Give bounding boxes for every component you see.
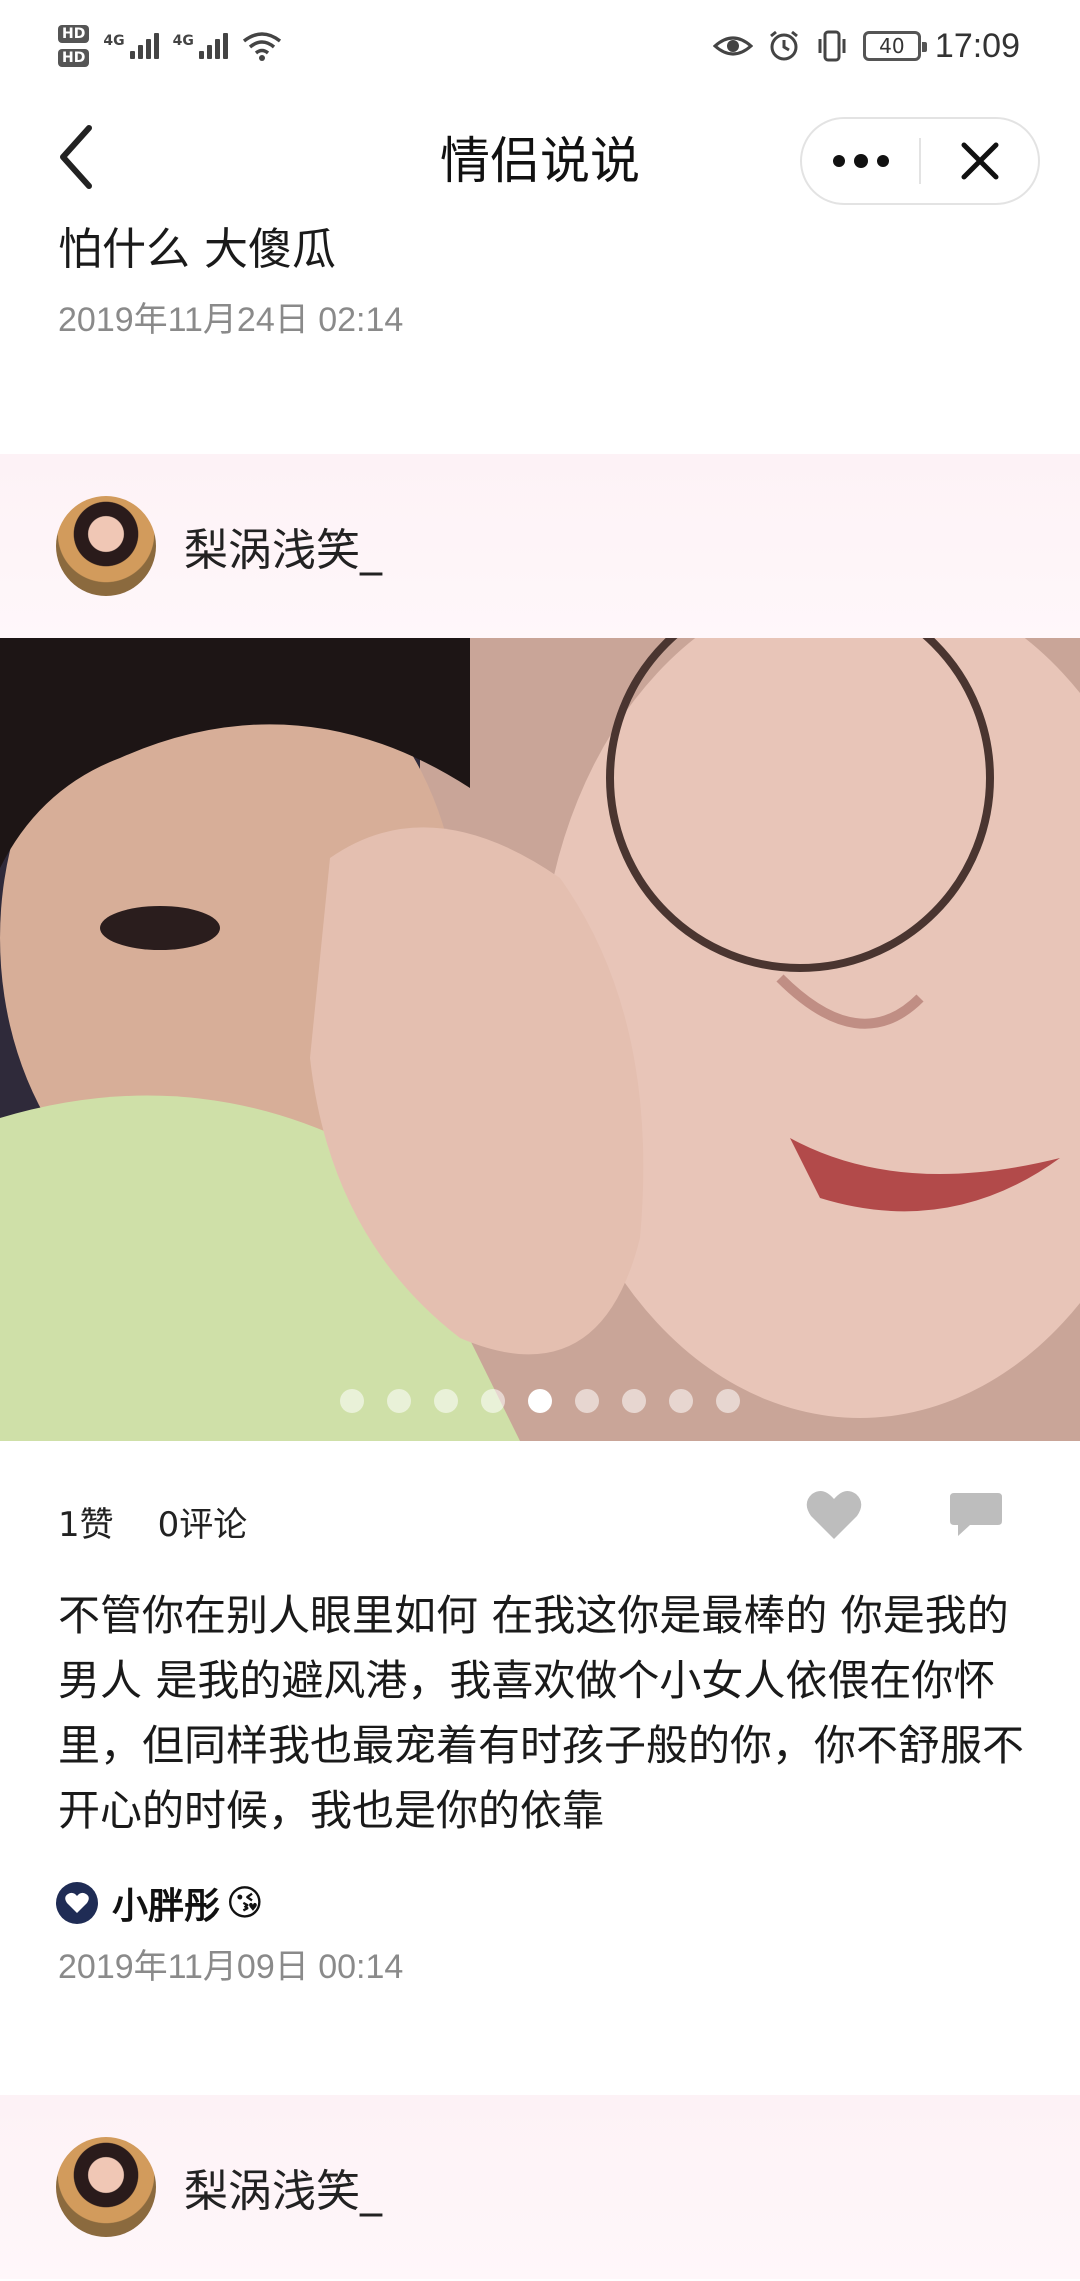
carousel-dot[interactable] xyxy=(716,1389,740,1413)
photo-carousel[interactable] xyxy=(0,638,1080,1441)
miniapp-capsule xyxy=(800,117,1040,205)
comments-count: 0评论 xyxy=(157,1505,248,1545)
status-bar: HD HD 4G 4G 40 17:09 xyxy=(0,0,1080,92)
more-button[interactable] xyxy=(802,119,919,203)
signal-2-icon: 4G xyxy=(173,33,228,59)
carousel-dot[interactable] xyxy=(622,1389,646,1413)
clock: 17:09 xyxy=(934,26,1020,65)
avatar[interactable] xyxy=(56,496,156,596)
back-button[interactable] xyxy=(40,114,110,200)
photo-image xyxy=(0,638,1080,1441)
previous-post: 怕什么 大傻瓜 2019年11月24日 02:14 xyxy=(0,222,1080,454)
heart-badge-icon xyxy=(56,1882,98,1924)
hd-badge-1: HD xyxy=(58,25,90,43)
next-post-username[interactable]: 梨涡浅笑_ xyxy=(184,2155,382,2219)
alarm-icon xyxy=(769,30,798,61)
heart-icon[interactable] xyxy=(806,1489,862,1541)
carousel-dot[interactable] xyxy=(481,1389,505,1413)
post-body-text: 不管你在别人眼里如何 在我这你是最棒的 你是我的男人 是我的避风港，我喜欢做个小… xyxy=(58,1591,1025,1835)
carousel-dot[interactable] xyxy=(434,1389,458,1413)
avatar[interactable] xyxy=(56,2137,156,2237)
close-x-icon xyxy=(961,142,998,180)
carousel-dot[interactable] xyxy=(575,1389,599,1413)
comment-icon[interactable] xyxy=(948,1489,1004,1541)
post-header[interactable]: 梨涡浅笑_ xyxy=(0,454,1080,638)
partner-name: 小胖彤 xyxy=(112,1886,221,1927)
wifi-icon xyxy=(242,32,281,61)
hd-badge-2: HD xyxy=(58,49,90,67)
battery-icon: 40 xyxy=(862,31,927,61)
vibrate-icon xyxy=(818,30,846,62)
page-title: 情侣说说 xyxy=(440,132,640,190)
post-username[interactable]: 梨涡浅笑_ xyxy=(184,514,382,578)
close-button[interactable] xyxy=(921,119,1038,203)
likes-count: 1赞 xyxy=(58,1505,114,1545)
nav-bar: 情侣说说 xyxy=(0,92,1080,222)
carousel-dot[interactable] xyxy=(340,1389,364,1413)
more-dots-icon xyxy=(832,154,889,168)
status-right: 40 17:09 xyxy=(712,26,1020,66)
post-time: 2019年11月09日 00:14 xyxy=(58,1948,404,1986)
status-left: HD HD 4G 4G xyxy=(58,25,282,67)
chevron-left-icon xyxy=(60,125,92,189)
eye-icon xyxy=(712,36,753,56)
previous-post-time: 2019年11月24日 02:14 xyxy=(58,301,404,339)
signal-1-icon: 4G xyxy=(103,33,159,59)
kiss-emoji-icon: 😘 xyxy=(226,1882,264,1924)
previous-post-text: 怕什么 大傻瓜 xyxy=(58,224,336,275)
post-stats: 1赞 0评论 xyxy=(58,1497,247,1546)
hd-indicators: HD HD xyxy=(58,25,90,67)
carousel-dot[interactable] xyxy=(528,1389,552,1413)
carousel-dots xyxy=(0,1389,1080,1413)
next-post-header[interactable]: 梨涡浅笑_ xyxy=(0,2095,1080,2279)
carousel-dot[interactable] xyxy=(387,1389,411,1413)
partner-tag[interactable]: 小胖彤 😘 xyxy=(56,1877,264,1929)
carousel-dot[interactable] xyxy=(669,1389,693,1413)
